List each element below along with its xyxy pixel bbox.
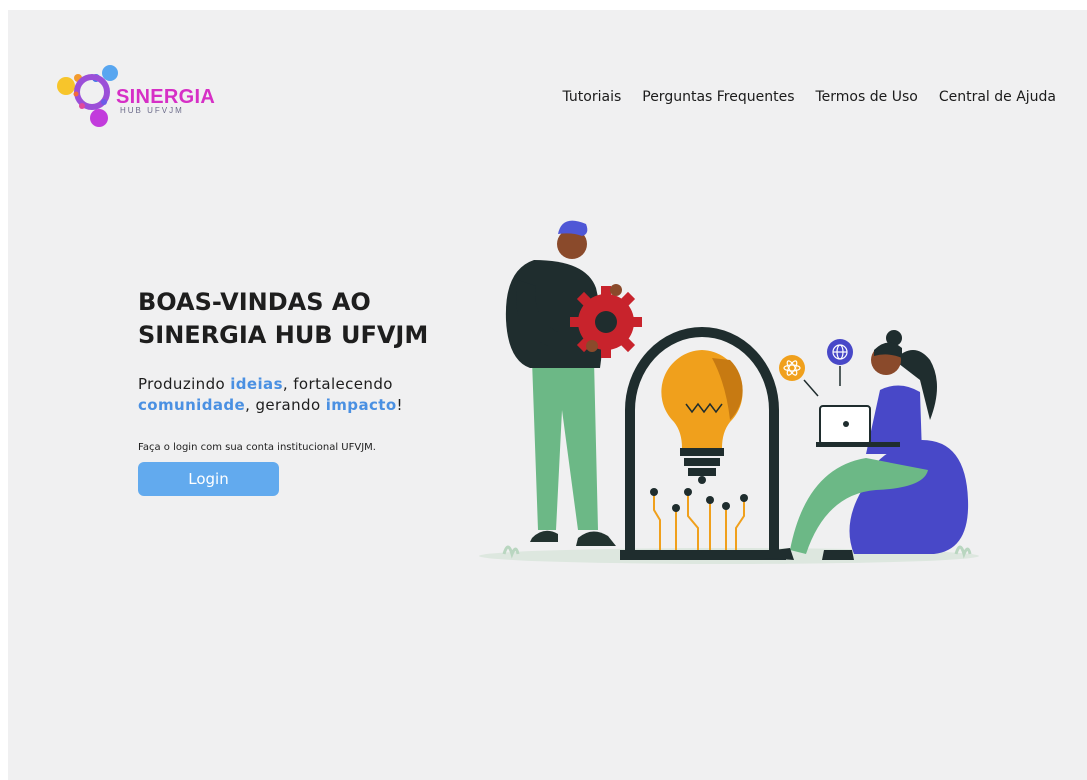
atom-icon [779,355,819,397]
globe-icon [827,339,853,386]
nav-central-de-ajuda[interactable]: Central de Ajuda [939,89,1056,105]
nav-perguntas-frequentes[interactable]: Perguntas Frequentes [642,89,794,105]
nav-tutoriais[interactable]: Tutoriais [562,89,621,105]
hero-illustration [479,220,979,564]
nav-termos-de-uso[interactable]: Termos de Uso [816,89,918,105]
login-button[interactable]: Login [138,462,279,496]
lightbulb-icon [661,350,743,484]
hero-title-line1: BOAS-VINDAS AO [138,288,371,316]
subtitle-text-3: , gerando [245,396,326,414]
hero-title: BOAS-VINDAS AO SINERGIA HUB UFVJM [138,286,478,352]
subtitle-text-2: , fortalecendo [282,375,393,393]
brand-logo[interactable]: SINERGIA HUB UFVJM [52,62,222,144]
login-hint: Faça o login com sua conta institucional… [138,442,376,453]
top-nav: Tutoriais Perguntas Frequentes Termos de… [562,89,1056,105]
brand-subtitle: HUB UFVJM [120,106,184,115]
subtitle-highlight-comunidade: comunidade [138,396,246,414]
page: SINERGIA HUB UFVJM Tutoriais Perguntas F… [8,10,1087,780]
hero-title-line2: SINERGIA HUB UFVJM [138,321,429,349]
subtitle-text-1: Produzindo [138,375,231,393]
logo-mark-icon [57,65,118,127]
hero-subtitle: Produzindo ideias, fortalecendo comunida… [138,374,458,416]
subtitle-highlight-impacto: impacto [325,396,397,414]
subtitle-text-4: ! [396,396,403,414]
gear-icon [570,286,642,358]
subtitle-highlight-ideias: ideias [230,375,283,393]
